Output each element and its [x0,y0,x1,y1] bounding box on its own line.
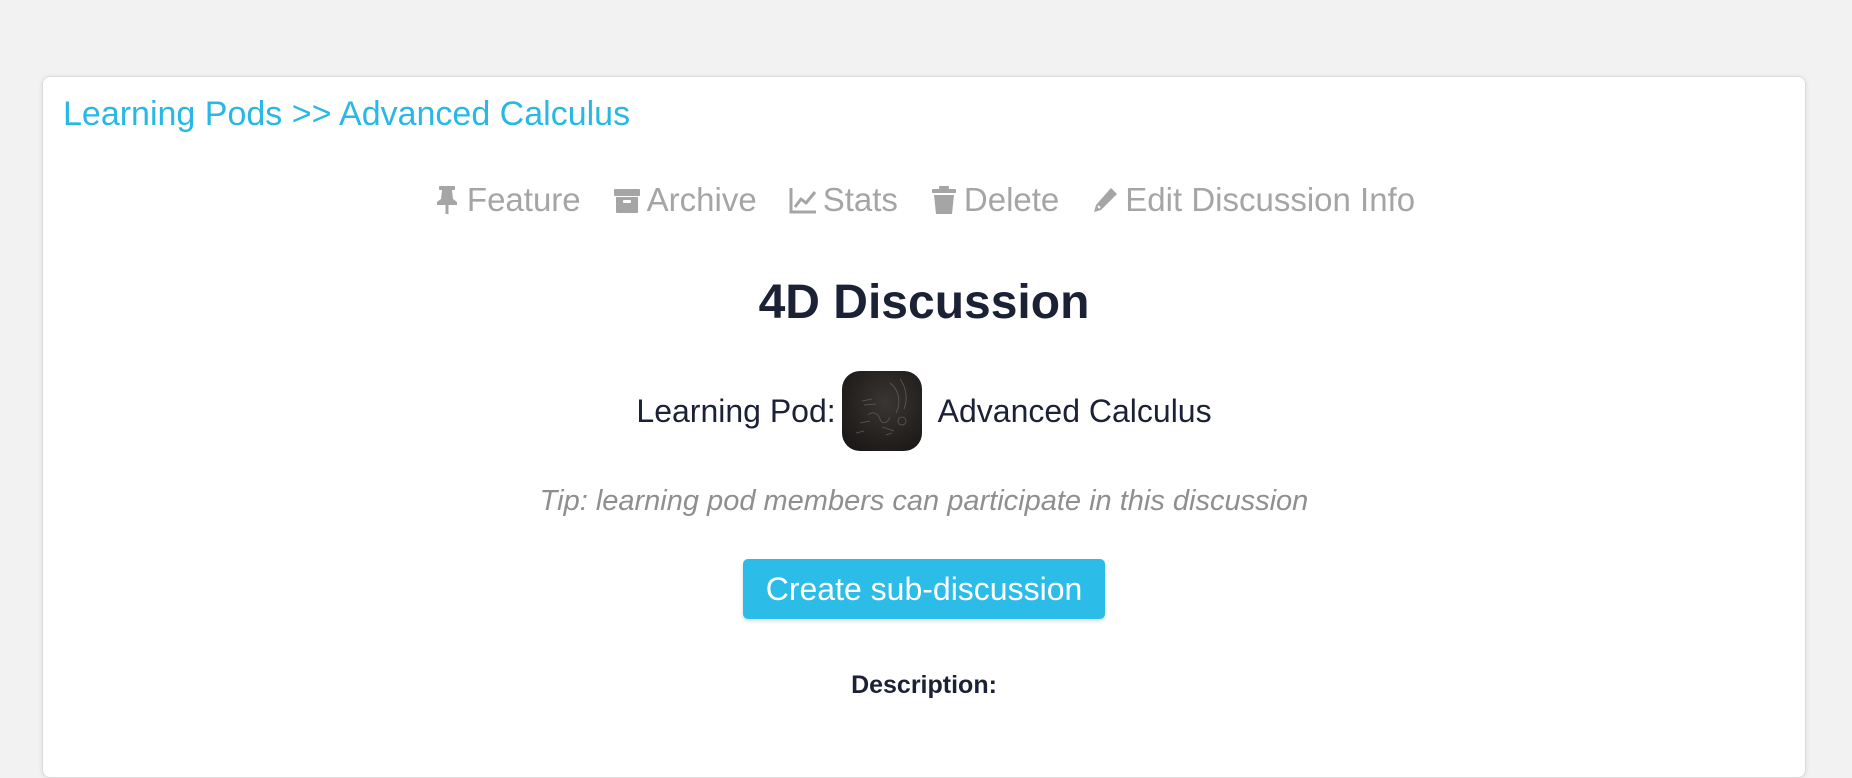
chalkboard-image [855,378,907,436]
pencil-icon [1094,188,1118,212]
page-title: 4D Discussion [758,276,1090,329]
discussion-card: Learning Pods >> Advanced Calculus Featu… [42,76,1806,778]
feature-button[interactable]: Feature [433,181,581,219]
archive-button[interactable]: Archive [613,181,757,219]
description-label: Description: [851,671,997,699]
delete-label: Delete [963,181,1060,218]
archive-label: Archive [646,181,757,218]
thumbtack-icon [436,186,457,214]
stats-button[interactable]: Stats [789,181,898,219]
breadcrumb: Learning Pods >> Advanced Calculus [63,95,630,134]
breadcrumb-current-link[interactable]: Advanced Calculus [339,95,630,133]
archive-icon [613,189,640,213]
discussion-toolbar: Feature Archive Stats Delete Edit Discus… [43,181,1805,219]
stats-label: Stats [822,181,898,218]
edit-discussion-info-button[interactable]: Edit Discussion Info [1091,181,1415,219]
participation-tip: Tip: learning pod members can participat… [539,485,1309,517]
breadcrumb-learning-pods-link[interactable]: Learning Pods [63,95,282,133]
feature-label: Feature [466,181,581,218]
create-button-wrapper: Create sub-discussion [43,559,1805,619]
breadcrumb-separator: >> [291,95,340,133]
line-chart-icon [789,188,816,214]
create-sub-discussion-button[interactable]: Create sub-discussion [742,559,1106,619]
delete-button[interactable]: Delete [930,181,1059,219]
learning-pod-prefix: Learning Pod: [636,392,836,429]
learning-pod-name: Advanced Calculus [937,392,1212,429]
trash-icon [931,186,956,214]
edit-discussion-info-label: Edit Discussion Info [1125,181,1416,218]
learning-pod-thumbnail[interactable] [841,371,922,451]
learning-pod-info: Learning Pod: Advanced Calculus [43,371,1805,451]
